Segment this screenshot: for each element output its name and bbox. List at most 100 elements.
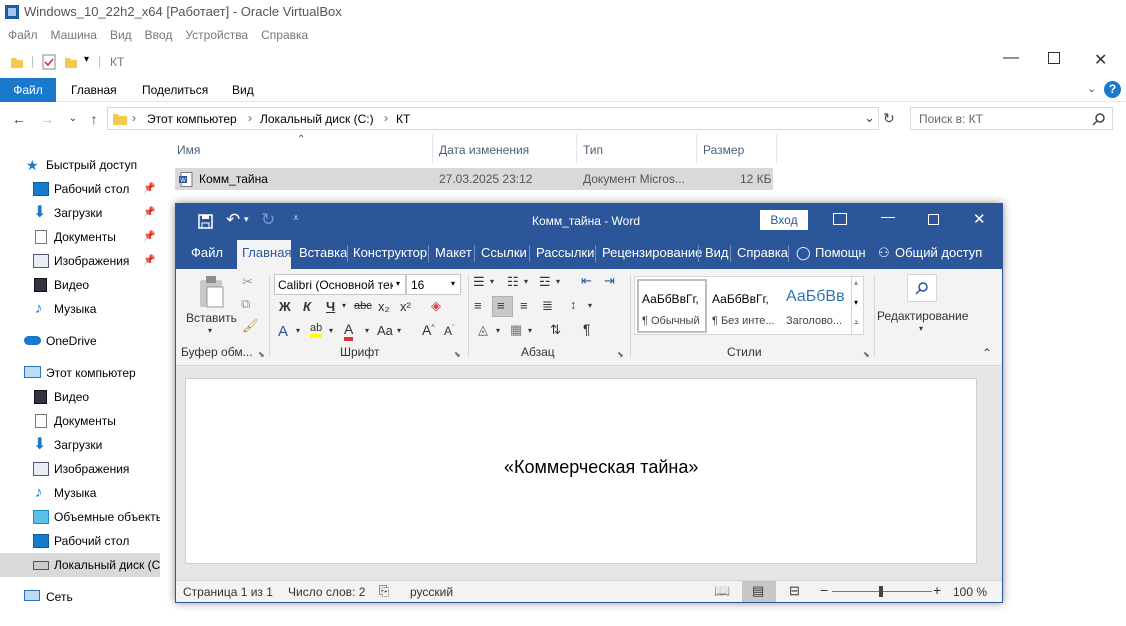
nav-downloads[interactable]: ⬇ Загрузки 📌 — [0, 201, 160, 225]
tab-help[interactable]: Справка — [737, 245, 788, 260]
superscript-button[interactable]: x² — [400, 299, 411, 314]
nav-pc-documents[interactable]: Документы — [0, 409, 160, 433]
tab-home[interactable]: Главная — [71, 78, 117, 102]
borders-icon[interactable]: ▦ — [510, 322, 522, 338]
dialog-launcher-icon[interactable]: ⬊ — [454, 350, 461, 359]
properties-icon[interactable] — [41, 54, 57, 70]
shading-icon[interactable]: ◬ — [478, 322, 488, 338]
numbering-icon[interactable]: ☷ — [507, 274, 519, 290]
cut-icon[interactable]: ✂ — [242, 274, 253, 290]
maximize-icon[interactable] — [928, 214, 939, 225]
nav-pc-3d-objects[interactable]: Объемные объекты — [0, 505, 160, 529]
line-spacing-dropdown-icon[interactable]: ▾ — [588, 301, 592, 310]
collapse-ribbon-icon[interactable]: ⌃ — [982, 346, 992, 360]
breadcrumb-local-disk[interactable]: Локальный диск (C:) — [260, 112, 374, 126]
vbox-menu-help[interactable]: Справка — [261, 28, 308, 42]
language[interactable]: русский — [410, 585, 453, 599]
vbox-menu-file[interactable]: Файл — [8, 28, 38, 42]
expand-ribbon-icon[interactable]: ⌄ — [1087, 82, 1096, 95]
save-icon[interactable] — [198, 214, 213, 229]
tab-file[interactable]: Файл — [0, 78, 56, 102]
vbox-menu-view[interactable]: Вид — [110, 28, 132, 42]
tab-view[interactable]: Вид — [232, 78, 254, 102]
style-normal[interactable]: АаБбВвГг, ¶ Обычный — [637, 279, 707, 333]
nav-quick-access[interactable]: ★ Быстрый доступ — [0, 153, 160, 177]
address-dropdown-icon[interactable]: ⌄ — [864, 110, 875, 126]
copy-icon[interactable]: ⧉ — [241, 296, 250, 312]
borders-dropdown-icon[interactable]: ▾ — [528, 326, 532, 335]
tab-mailings[interactable]: Рассылки — [536, 245, 594, 260]
zoom-in-icon[interactable]: + — [933, 582, 941, 598]
address-bar[interactable]: › Этот компьютер › Локальный диск (C:) ›… — [107, 107, 879, 130]
font-color-icon[interactable]: A — [344, 321, 354, 341]
strikethrough-button[interactable]: abc — [354, 300, 372, 312]
word-count[interactable]: Число слов: 2 — [288, 585, 365, 599]
page-count[interactable]: Страница 1 из 1 — [183, 585, 273, 599]
web-layout-icon[interactable]: ⊟ — [789, 583, 800, 599]
align-left-icon[interactable]: ≡ — [474, 298, 482, 313]
show-formatting-icon[interactable]: ¶ — [583, 321, 591, 337]
nav-network[interactable]: Сеть — [0, 585, 160, 609]
redo-icon[interactable]: ↻ — [261, 210, 275, 230]
font-name-select[interactable]: Calibri (Основной тек ▾ — [274, 274, 406, 295]
column-modified[interactable]: Дата изменения — [439, 143, 529, 157]
nav-pc-videos[interactable]: Видео — [0, 385, 160, 409]
nav-desktop[interactable]: Рабочий стол 📌 — [0, 177, 160, 201]
column-type[interactable]: Тип — [583, 143, 603, 157]
nav-onedrive[interactable]: OneDrive — [0, 329, 160, 353]
highlight-icon[interactable]: ab — [310, 322, 323, 338]
tab-references[interactable]: Ссылки — [481, 245, 527, 260]
nav-pictures[interactable]: Изображения 📌 — [0, 249, 160, 273]
document-text[interactable]: «Коммерческая тайна» — [504, 457, 698, 478]
document-page[interactable]: «Коммерческая тайна» — [185, 378, 977, 564]
editing-dropdown-icon[interactable]: ▾ — [919, 324, 923, 333]
tab-tell-me[interactable]: Помощн — [815, 245, 866, 260]
font-size-select[interactable]: 16 ▾ — [406, 274, 461, 295]
tab-insert[interactable]: Вставка — [299, 245, 347, 260]
subscript-button[interactable]: x₂ — [378, 299, 390, 314]
nav-pc-pictures[interactable]: Изображения — [0, 457, 160, 481]
dialog-launcher-icon[interactable]: ⬊ — [863, 350, 870, 359]
back-icon[interactable]: ← — [10, 110, 28, 128]
breadcrumb-this-pc[interactable]: Этот компьютер — [147, 112, 237, 126]
styles-scroll-up-icon[interactable]: ▴ — [854, 278, 858, 287]
increase-indent-icon[interactable]: ⇥ — [604, 273, 615, 289]
maximize-icon[interactable] — [1048, 52, 1060, 64]
nav-pc-local-disk[interactable]: Локальный диск (C:) — [0, 553, 160, 577]
customize-toolbar-icon[interactable]: ▾ — [84, 54, 89, 65]
line-spacing-icon[interactable]: ↕ — [570, 297, 577, 312]
proofing-icon[interactable]: ⎘ — [379, 583, 389, 599]
vbox-menu-input[interactable]: Ввод — [145, 28, 173, 42]
share-button[interactable]: Общий доступ — [895, 245, 982, 260]
style-heading[interactable]: АаБбВв Заголово... — [783, 279, 849, 333]
column-size[interactable]: Размер — [703, 143, 744, 157]
help-icon[interactable]: ? — [1104, 81, 1121, 98]
underline-dropdown-icon[interactable]: ▾ — [342, 301, 346, 310]
tab-home[interactable]: Главная — [242, 245, 291, 260]
style-no-spacing[interactable]: АаБбВвГг, ¶ Без инте... — [709, 279, 781, 333]
editing-button[interactable] — [907, 274, 937, 302]
font-color-dropdown-icon[interactable]: ▾ — [365, 326, 369, 335]
vbox-menu-machine[interactable]: Машина — [51, 28, 97, 42]
share-user-icon[interactable]: ⚇ — [878, 245, 890, 261]
align-right-icon[interactable]: ≡ — [520, 298, 528, 313]
align-center-icon[interactable]: ≡ — [497, 298, 505, 313]
nav-music[interactable]: ♪ Музыка — [0, 297, 160, 321]
text-effects-icon[interactable]: A — [278, 323, 288, 340]
sort-icon[interactable]: ⇅ — [550, 322, 561, 338]
up-icon[interactable]: ↑ — [85, 110, 103, 128]
zoom-out-icon[interactable]: − — [820, 582, 828, 598]
nav-pc-desktop[interactable]: Рабочий стол — [0, 529, 160, 553]
forward-icon[interactable]: → — [38, 110, 56, 128]
tab-review[interactable]: Рецензирование — [602, 245, 702, 260]
multilevel-list-icon[interactable]: ☲ — [539, 274, 551, 290]
zoom-slider-thumb[interactable] — [879, 586, 883, 597]
refresh-icon[interactable]: ↻ — [883, 110, 895, 127]
clear-formatting-icon[interactable]: ◈ — [431, 298, 441, 314]
column-name[interactable]: Имя — [177, 143, 200, 157]
change-case-dropdown-icon[interactable]: ▾ — [397, 326, 401, 335]
nav-pc-downloads[interactable]: ⬇ Загрузки — [0, 433, 160, 457]
shrink-font-icon[interactable]: Aˇ — [444, 324, 454, 338]
styles-more-icon[interactable]: ⩡ — [854, 318, 859, 328]
ribbon-display-icon[interactable] — [833, 213, 847, 225]
